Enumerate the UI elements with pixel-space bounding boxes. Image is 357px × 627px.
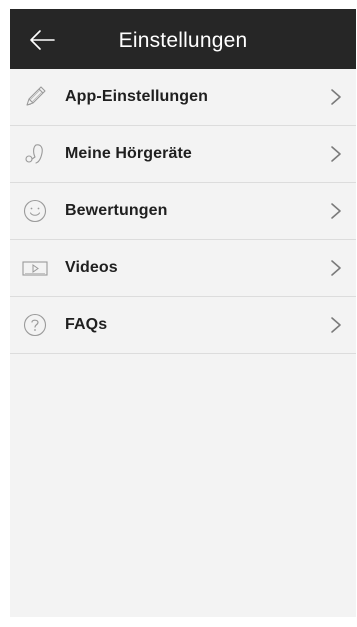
settings-menu: App-Einstellungen Meine Hörgeräte Bewert…: [10, 69, 356, 354]
page-title: Einstellungen: [118, 29, 248, 52]
chevron-right-icon: [331, 146, 341, 162]
settings-screen: Einstellungen App-Einstellungen Meine Hö…: [10, 9, 356, 617]
video-play-icon: [21, 254, 49, 282]
menu-item-label: App-Einstellungen: [65, 88, 209, 105]
chevron-right-icon: [331, 260, 341, 276]
menu-item-label: Videos: [65, 259, 118, 276]
menu-item-label: Meine Hörgeräte: [65, 145, 192, 162]
app-header: Einstellungen: [10, 9, 356, 69]
menu-item-videos[interactable]: Videos: [10, 240, 356, 297]
menu-item-ratings[interactable]: Bewertungen: [10, 183, 356, 240]
menu-item-app-settings[interactable]: App-Einstellungen: [10, 69, 356, 126]
chevron-right-icon: [331, 317, 341, 333]
pencil-icon: [21, 83, 49, 111]
menu-item-label: Bewertungen: [65, 202, 168, 219]
smiley-icon: [21, 197, 49, 225]
menu-item-my-hearing-aids[interactable]: Meine Hörgeräte: [10, 126, 356, 183]
chevron-right-icon: [331, 203, 341, 219]
chevron-right-icon: [331, 89, 341, 105]
question-circle-icon: [21, 311, 49, 339]
hearing-aid-icon: [21, 140, 49, 168]
menu-item-faqs[interactable]: FAQs: [10, 297, 356, 354]
menu-item-label: FAQs: [65, 316, 108, 333]
